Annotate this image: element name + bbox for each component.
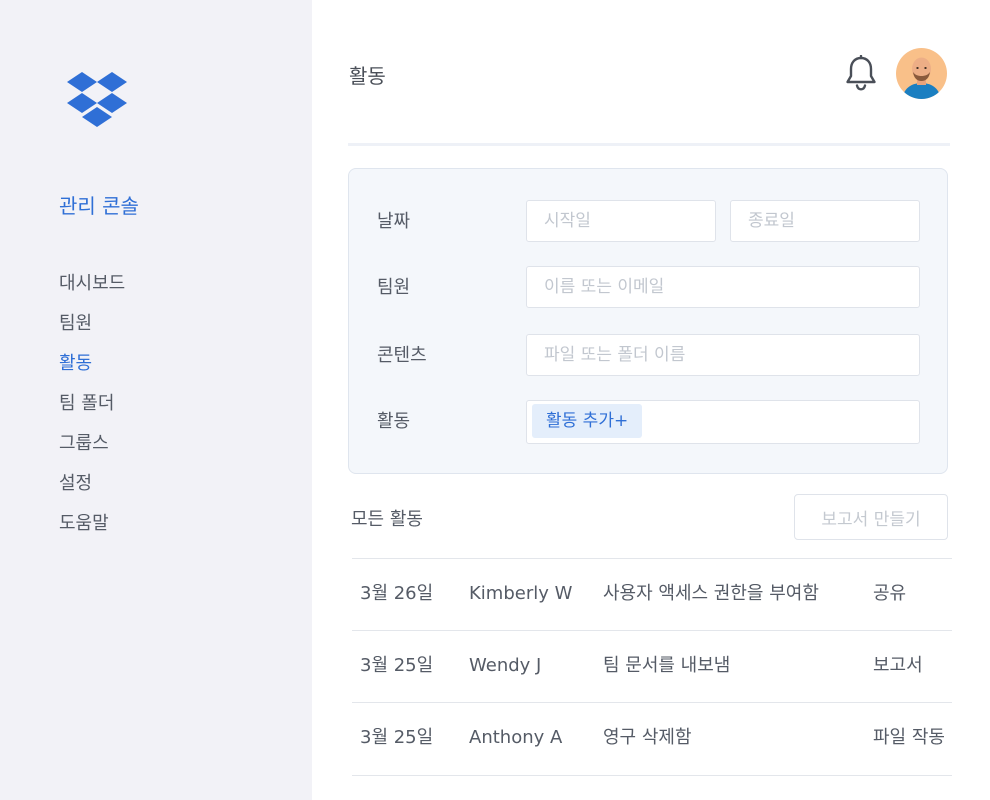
sidebar-nav: 대시보드 팀원 활동 팀 폴더 그룹스 설정 도움말 (59, 271, 125, 551)
table-row[interactable]: 3월 26일 Kimberly W 사용자 액세스 권한을 부여함 공유 (352, 558, 952, 630)
sidebar-item-activity[interactable]: 활동 (59, 351, 125, 391)
member-input[interactable] (526, 266, 920, 308)
all-activity-title: 모든 활동 (351, 509, 423, 530)
row-user: Anthony A (469, 727, 563, 748)
activity-label: 활동 (377, 411, 411, 432)
sidebar-item-help[interactable]: 도움말 (59, 511, 125, 551)
main-content: 활동 날짜 팀원 콘텐츠 활동 활동 추가+ 모든 활 (312, 0, 990, 800)
console-title: 관리 콘솔 (59, 194, 139, 218)
row-action: 팀 문서를 내보냄 (603, 655, 731, 676)
sidebar-item-settings[interactable]: 설정 (59, 471, 125, 511)
table-row[interactable]: 3월 25일 Anthony A 영구 삭제함 파일 작동 (352, 702, 952, 776)
row-action: 사용자 액세스 권한을 부여함 (603, 583, 819, 604)
sidebar-item-team-folders[interactable]: 팀 폴더 (59, 391, 125, 431)
start-date-input[interactable] (526, 200, 716, 242)
row-user: Wendy J (469, 655, 542, 676)
sidebar-item-dashboard[interactable]: 대시보드 (59, 271, 125, 311)
row-type: 파일 작동 (873, 727, 945, 748)
member-label: 팀원 (377, 277, 411, 298)
sidebar-item-groups[interactable]: 그룹스 (59, 431, 125, 471)
header-divider (348, 143, 950, 146)
content-input[interactable] (526, 334, 920, 376)
activity-tag-field[interactable]: 활동 추가+ (526, 400, 920, 444)
content-label: 콘텐츠 (377, 345, 427, 366)
add-activity-tag[interactable]: 활동 추가+ (532, 404, 643, 438)
create-report-button[interactable]: 보고서 만들기 (794, 494, 948, 540)
row-date: 3월 26일 (360, 583, 434, 604)
row-date: 3월 25일 (360, 655, 434, 676)
sidebar: 관리 콘솔 대시보드 팀원 활동 팀 폴더 그룹스 설정 도움말 (0, 0, 312, 800)
row-action: 영구 삭제함 (603, 727, 692, 748)
bell-icon[interactable] (844, 54, 878, 91)
activity-table: 3월 26일 Kimberly W 사용자 액세스 권한을 부여함 공유 3월 … (352, 558, 952, 776)
row-type: 공유 (873, 583, 907, 604)
table-row[interactable]: 3월 25일 Wendy J 팀 문서를 내보냄 보고서 (352, 630, 952, 702)
user-avatar[interactable] (896, 48, 947, 99)
sidebar-item-members[interactable]: 팀원 (59, 311, 125, 351)
row-type: 보고서 (873, 655, 923, 676)
page-title: 활동 (349, 64, 386, 88)
row-date: 3월 25일 (360, 727, 434, 748)
row-user: Kimberly W (469, 583, 573, 604)
dropbox-logo-icon[interactable] (66, 72, 128, 128)
date-label: 날짜 (377, 211, 411, 232)
end-date-input[interactable] (730, 200, 920, 242)
filter-panel: 날짜 팀원 콘텐츠 활동 활동 추가+ (348, 168, 948, 474)
